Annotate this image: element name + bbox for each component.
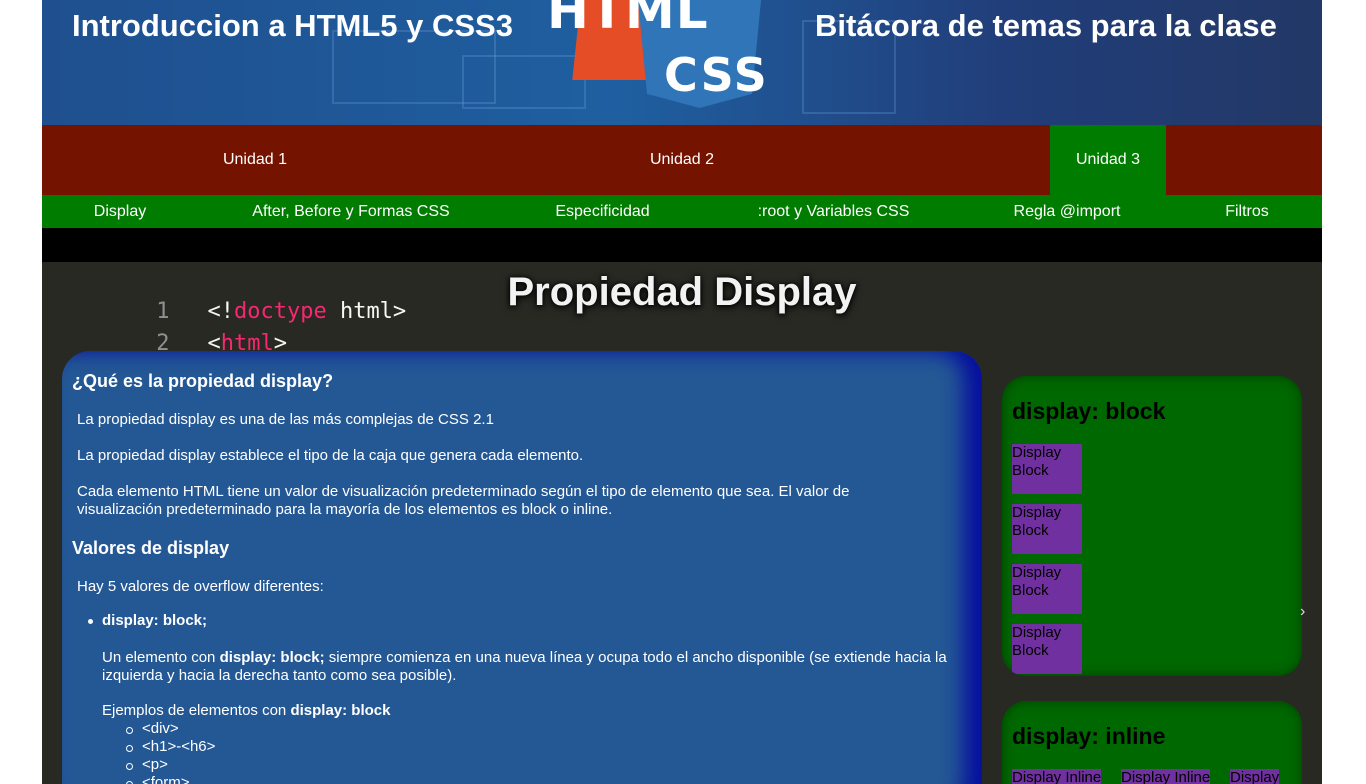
site-header: Introduccion a HTML5 y CSS3 HTML CSS Bit… xyxy=(42,0,1322,125)
page: Introduccion a HTML5 y CSS3 HTML CSS Bit… xyxy=(42,0,1322,784)
article-panel: ¿Qué es la propiedad display? La propied… xyxy=(62,351,982,784)
list-item-display-block: display: block; xyxy=(102,612,208,629)
chevron-right-icon[interactable]: › xyxy=(1300,603,1305,621)
subnav-root-variables[interactable]: :root y Variables CSS xyxy=(746,195,921,228)
demo-inline-item: Display Inline xyxy=(1121,769,1211,784)
nav-unidad-3[interactable]: Unidad 3 xyxy=(1050,125,1166,195)
example-item: <div> xyxy=(142,720,179,737)
subnav-especificidad[interactable]: Especificidad xyxy=(540,195,665,228)
demo-block-item: Display Block xyxy=(1012,504,1082,554)
subnav-after-before[interactable]: After, Before y Formas CSS xyxy=(242,195,460,228)
page-title: Propiedad Display xyxy=(507,270,857,314)
heading-what-is-display: ¿Qué es la propiedad display? xyxy=(72,371,334,391)
block-description: Un elemento con display: block; siempre … xyxy=(102,649,947,684)
demo-inline-item: Display Inline xyxy=(1012,769,1102,784)
demo-display-inline: display: inline Display Inline Display I… xyxy=(1002,701,1302,784)
subnav-import[interactable]: Regla @import xyxy=(1002,195,1132,228)
paragraph: Cada elemento HTML tiene un valor de vis… xyxy=(77,483,850,518)
header-title-left: Introduccion a HTML5 y CSS3 xyxy=(72,8,513,43)
demo-display-block: display: block Display Block Display Blo… xyxy=(1002,376,1302,676)
logo-html-text: HTML xyxy=(547,0,709,40)
paragraph: La propiedad display es una de las más c… xyxy=(77,411,494,428)
demo-block-title: display: block xyxy=(1012,398,1166,424)
circle-bullet xyxy=(126,745,133,752)
circle-bullet xyxy=(126,727,133,734)
header-title-right: Bitácora de temas para la clase xyxy=(815,8,1277,43)
demo-inline-title: display: inline xyxy=(1012,723,1166,749)
html-css-logo: HTML CSS xyxy=(542,0,782,120)
example-item: <form> xyxy=(142,774,190,784)
paragraph: La propiedad display establece el tipo d… xyxy=(77,447,584,464)
example-item: <p> xyxy=(142,756,168,773)
divider-band xyxy=(42,228,1322,262)
bullet xyxy=(88,619,93,624)
subnav-filtros[interactable]: Filtros xyxy=(1212,195,1282,228)
unit-nav: Unidad 1 Unidad 2 Unidad 3 xyxy=(42,125,1322,195)
subnav-display[interactable]: Display xyxy=(70,195,170,228)
circle-bullet xyxy=(126,763,133,770)
example-item: <h1>-<h6> xyxy=(142,738,216,755)
demo-block-item: Display Block xyxy=(1012,564,1082,614)
examples-heading: Ejemplos de elementos con display: block xyxy=(102,702,391,719)
demo-inline-item: Display xyxy=(1230,769,1280,784)
heading-display-values: Valores de display xyxy=(72,538,230,558)
sub-nav: Display After, Before y Formas CSS Espec… xyxy=(42,195,1322,228)
demo-block-item: Display Block xyxy=(1012,624,1082,674)
nav-unidad-2[interactable]: Unidad 2 xyxy=(622,125,742,195)
nav-unidad-1[interactable]: Unidad 1 xyxy=(195,125,315,195)
demo-block-item: Display Block xyxy=(1012,444,1082,494)
paragraph: Hay 5 valores de overflow diferentes: xyxy=(77,578,324,595)
logo-css-text: CSS xyxy=(664,48,769,102)
